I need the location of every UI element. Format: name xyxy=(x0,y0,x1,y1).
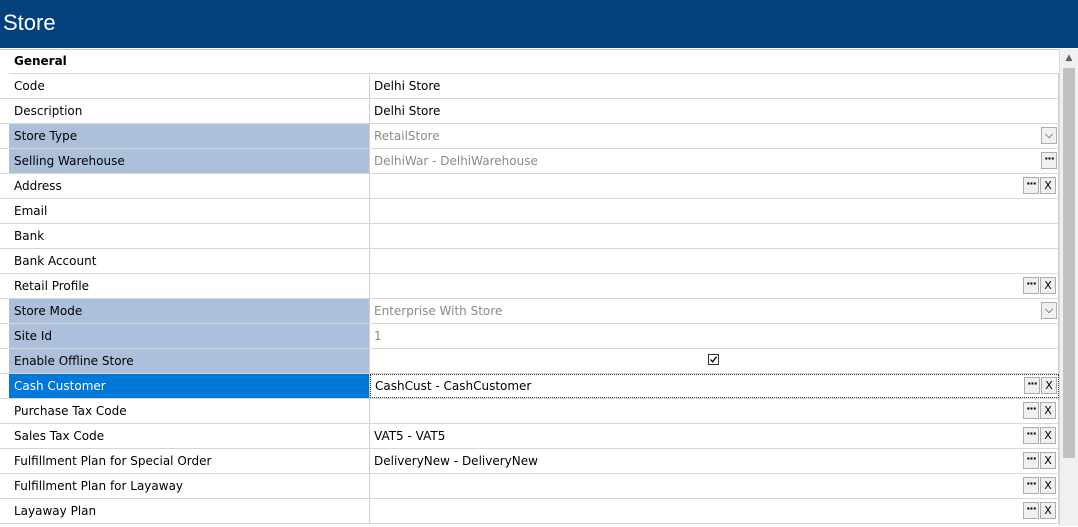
property-grid: General Code Delhi Store Description Del… xyxy=(0,49,1059,527)
row-label: Enable Offline Store xyxy=(9,349,370,373)
selling-warehouse-field[interactable]: DelhiWar - DelhiWarehouse ··· xyxy=(370,149,1059,173)
close-icon[interactable]: X xyxy=(1040,452,1056,469)
row-label: Email xyxy=(9,199,370,223)
retail-profile-field[interactable]: ··· X xyxy=(370,274,1059,298)
row-fulfillment-plan-special-order[interactable]: Fulfillment Plan for Special Order Deliv… xyxy=(0,449,1059,474)
address-field[interactable]: ··· X xyxy=(370,174,1059,198)
row-sales-tax-code[interactable]: Sales Tax Code VAT5 - VAT5 ··· X xyxy=(0,424,1059,449)
cash-customer-value: CashCust - CashCustomer xyxy=(375,379,532,393)
row-selling-warehouse[interactable]: Selling Warehouse DelhiWar - DelhiWareho… xyxy=(0,149,1059,174)
ellipsis-icon[interactable]: ··· xyxy=(1024,377,1040,394)
scroll-up-icon[interactable]: ▲ xyxy=(1060,49,1078,66)
row-bank[interactable]: Bank xyxy=(0,224,1059,249)
close-icon[interactable]: X xyxy=(1040,402,1056,419)
row-label: Purchase Tax Code xyxy=(9,399,370,423)
row-retail-profile[interactable]: Retail Profile ··· X xyxy=(0,274,1059,299)
close-icon[interactable]: X xyxy=(1040,277,1056,294)
ellipsis-icon[interactable]: ··· xyxy=(1023,402,1039,419)
layaway-plan-field[interactable]: ··· X xyxy=(370,499,1059,523)
vertical-scrollbar[interactable]: ▲ xyxy=(1059,49,1078,526)
row-label: Cash Customer xyxy=(9,374,370,398)
close-icon[interactable]: X xyxy=(1040,477,1056,494)
fulfillment-plan-special-order-field[interactable]: DeliveryNew - DeliveryNew ··· X xyxy=(370,449,1059,473)
row-label: Code xyxy=(9,74,370,98)
section-header-general[interactable]: General xyxy=(9,50,1059,74)
chevron-down-icon[interactable]: ⌵ xyxy=(1041,302,1057,319)
close-icon[interactable]: X xyxy=(1040,502,1056,519)
row-label: Layaway Plan xyxy=(9,499,370,523)
close-icon[interactable]: X xyxy=(1040,427,1056,444)
ellipsis-icon[interactable]: ··· xyxy=(1023,427,1039,444)
row-label: Selling Warehouse xyxy=(9,149,370,173)
row-fulfillment-plan-layaway[interactable]: Fulfillment Plan for Layaway ··· X xyxy=(0,474,1059,499)
bank-account-field[interactable] xyxy=(370,249,1059,273)
sales-tax-code-value: VAT5 - VAT5 xyxy=(374,429,446,443)
row-code[interactable]: Code Delhi Store xyxy=(0,74,1059,99)
row-email[interactable]: Email xyxy=(0,199,1059,224)
row-label: Fulfillment Plan for Special Order xyxy=(9,449,370,473)
code-field[interactable]: Delhi Store xyxy=(370,74,1059,98)
row-bank-account[interactable]: Bank Account xyxy=(0,249,1059,274)
row-label: Description xyxy=(9,99,370,123)
bank-field[interactable] xyxy=(370,224,1059,248)
selling-warehouse-value: DelhiWar - DelhiWarehouse xyxy=(374,154,538,168)
enable-offline-store-checkbox[interactable] xyxy=(708,354,719,365)
ellipsis-icon[interactable]: ··· xyxy=(1023,177,1039,194)
purchase-tax-code-field[interactable]: ··· X xyxy=(370,399,1059,423)
scroll-thumb[interactable] xyxy=(1063,68,1075,458)
row-label: Fulfillment Plan for Layaway xyxy=(9,474,370,498)
row-store-mode[interactable]: Store Mode Enterprise With Store ⌵ xyxy=(0,299,1059,324)
row-description[interactable]: Description Delhi Store xyxy=(0,99,1059,124)
row-layaway-plan[interactable]: Layaway Plan ··· X xyxy=(0,499,1059,524)
site-id-field[interactable]: 1 xyxy=(370,324,1059,348)
chevron-down-icon[interactable]: ⌵ xyxy=(1041,127,1057,144)
close-icon[interactable]: X xyxy=(1040,177,1056,194)
description-field[interactable]: Delhi Store xyxy=(370,99,1059,123)
row-store-type[interactable]: Store Type RetailStore ⌵ xyxy=(0,124,1059,149)
store-type-select[interactable]: RetailStore ⌵ xyxy=(370,124,1059,148)
row-label: Bank xyxy=(9,224,370,248)
row-address[interactable]: Address ··· X xyxy=(0,174,1059,199)
row-enable-offline-store[interactable]: Enable Offline Store xyxy=(0,349,1059,374)
row-label: Retail Profile xyxy=(9,274,370,298)
ellipsis-icon[interactable]: ··· xyxy=(1023,502,1039,519)
close-icon[interactable]: X xyxy=(1041,377,1057,394)
fulfillment-plan-layaway-field[interactable]: ··· X xyxy=(370,474,1059,498)
row-label: Store Type xyxy=(9,124,370,148)
sales-tax-code-field[interactable]: VAT5 - VAT5 ··· X xyxy=(370,424,1059,448)
row-site-id[interactable]: Site Id 1 xyxy=(0,324,1059,349)
enable-offline-store-cell xyxy=(370,349,1059,373)
row-label: Store Mode xyxy=(9,299,370,323)
row-label: Sales Tax Code xyxy=(9,424,370,448)
store-mode-value: Enterprise With Store xyxy=(374,304,503,318)
checkmark-icon xyxy=(710,356,718,363)
ellipsis-icon[interactable]: ··· xyxy=(1023,277,1039,294)
cash-customer-field[interactable]: CashCust - CashCustomer ··· X xyxy=(370,374,1059,398)
store-mode-select[interactable]: Enterprise With Store ⌵ xyxy=(370,299,1059,323)
row-label: Bank Account xyxy=(9,249,370,273)
fulfillment-plan-special-order-value: DeliveryNew - DeliveryNew xyxy=(374,454,538,468)
window-title: Store xyxy=(0,0,1078,48)
row-label: Site Id xyxy=(9,324,370,348)
store-type-value: RetailStore xyxy=(374,129,440,143)
row-purchase-tax-code[interactable]: Purchase Tax Code ··· X xyxy=(0,399,1059,424)
email-field[interactable] xyxy=(370,199,1059,223)
row-label: Address xyxy=(9,174,370,198)
ellipsis-icon[interactable]: ··· xyxy=(1023,477,1039,494)
ellipsis-icon[interactable]: ··· xyxy=(1023,452,1039,469)
row-cash-customer[interactable]: Cash Customer CashCust - CashCustomer ··… xyxy=(0,374,1059,399)
ellipsis-icon[interactable]: ··· xyxy=(1041,152,1057,169)
